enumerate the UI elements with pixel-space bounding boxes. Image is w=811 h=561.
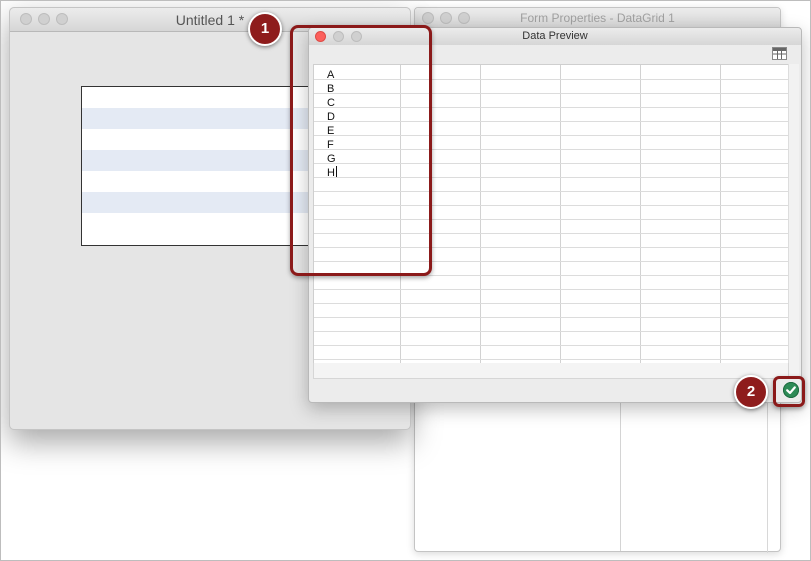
grid-row	[82, 129, 312, 150]
grid-row	[82, 87, 312, 108]
row-divider	[314, 345, 788, 346]
column-divider	[560, 65, 561, 364]
datagrid-control[interactable]	[81, 86, 313, 246]
grid-row	[82, 213, 312, 234]
grid-row	[82, 108, 312, 129]
row-divider	[314, 317, 788, 318]
properties-panel	[415, 403, 621, 551]
row-divider	[314, 303, 788, 304]
column-divider	[480, 65, 481, 364]
table-icon[interactable]	[772, 47, 787, 60]
annotation-highlight-1	[290, 25, 432, 276]
annotation-badge-1: 1	[248, 12, 282, 46]
grid-row	[82, 171, 312, 192]
screenshot: Form Properties - DataGrid 1 Untitled 1 …	[0, 0, 811, 561]
form-properties-title: Form Properties - DataGrid 1	[520, 11, 675, 25]
grid-row	[82, 192, 312, 213]
row-divider	[314, 331, 788, 332]
column-divider	[640, 65, 641, 364]
annotation-badge-2: 2	[734, 375, 768, 409]
row-divider	[314, 359, 788, 360]
column-divider	[720, 65, 721, 364]
annotation-highlight-2	[773, 376, 805, 407]
form-properties-titlebar[interactable]: Form Properties - DataGrid 1	[415, 8, 780, 29]
horizontal-scrollbar[interactable]	[313, 363, 789, 379]
vertical-scrollbar[interactable]	[788, 64, 799, 379]
grid-row	[82, 150, 312, 171]
row-divider	[314, 289, 788, 290]
